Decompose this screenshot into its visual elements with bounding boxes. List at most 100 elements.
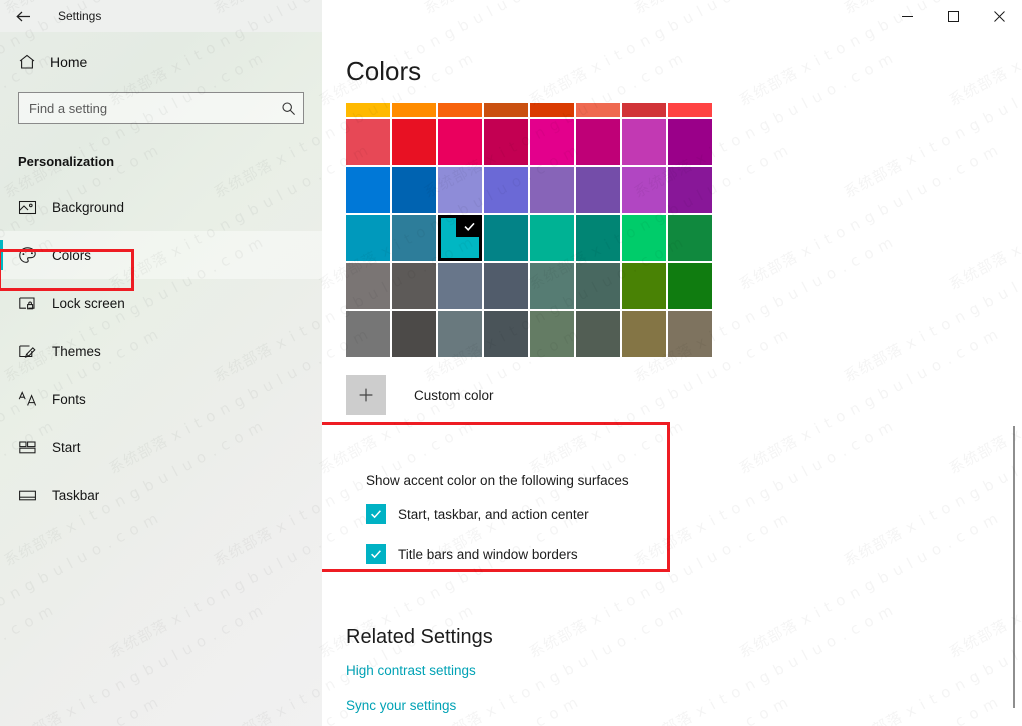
color-swatch[interactable]: [576, 311, 620, 357]
color-swatch[interactable]: [392, 119, 436, 165]
sidebar-home-label: Home: [50, 54, 87, 70]
taskbar-icon: [18, 486, 50, 505]
color-swatch[interactable]: [484, 215, 528, 261]
color-swatch[interactable]: [622, 215, 666, 261]
sidebar-nav-list: Background Colors: [0, 183, 322, 529]
back-arrow-icon[interactable]: [0, 0, 46, 32]
color-swatch[interactable]: [438, 215, 482, 261]
color-swatch[interactable]: [484, 263, 528, 309]
themes-brush-icon: [18, 342, 50, 361]
sidebar-item-start[interactable]: Start: [0, 423, 322, 471]
color-swatch[interactable]: [438, 263, 482, 309]
sidebar-item-taskbar[interactable]: Taskbar: [0, 471, 322, 519]
maximize-button[interactable]: [930, 0, 976, 32]
sidebar-item-colors[interactable]: Colors: [0, 231, 322, 279]
start-tiles-icon: [18, 438, 50, 457]
sidebar-label-colors: Colors: [52, 248, 91, 263]
color-swatch[interactable]: [530, 103, 574, 117]
sidebar-item-home[interactable]: Home: [0, 42, 322, 82]
sidebar-label-taskbar: Taskbar: [52, 488, 99, 503]
color-swatch[interactable]: [346, 119, 390, 165]
color-swatch[interactable]: [346, 311, 390, 357]
color-swatch[interactable]: [438, 311, 482, 357]
image-icon: [18, 198, 50, 217]
sidebar-section-title: Personalization: [0, 154, 322, 169]
window-controls: [884, 0, 1022, 32]
checkbox-row-title-bars[interactable]: Title bars and window borders: [366, 544, 1002, 564]
color-swatch[interactable]: [346, 215, 390, 261]
window-title: Settings: [58, 9, 101, 23]
color-swatch[interactable]: [530, 167, 574, 213]
color-swatch[interactable]: [392, 263, 436, 309]
accent-surfaces-heading: Show accent color on the following surfa…: [366, 473, 1002, 488]
checkbox-row-start-taskbar[interactable]: Start, taskbar, and action center: [366, 504, 1002, 524]
color-swatch[interactable]: [484, 311, 528, 357]
color-swatch[interactable]: [530, 263, 574, 309]
color-swatch[interactable]: [668, 119, 712, 165]
color-swatch[interactable]: [668, 167, 712, 213]
color-swatch[interactable]: [438, 167, 482, 213]
scrollbar-thumb[interactable]: [1013, 426, 1015, 708]
title-bar: Settings: [0, 0, 1022, 32]
color-swatch[interactable]: [576, 263, 620, 309]
color-swatch[interactable]: [668, 263, 712, 309]
color-swatch[interactable]: [576, 215, 620, 261]
search-box[interactable]: [18, 92, 304, 124]
sidebar-label-lock-screen: Lock screen: [52, 296, 125, 311]
checkbox-start-taskbar[interactable]: [366, 504, 386, 524]
sidebar-label-start: Start: [52, 440, 81, 455]
color-swatch[interactable]: [392, 311, 436, 357]
color-swatch[interactable]: [484, 119, 528, 165]
checkbox-label-title-bars: Title bars and window borders: [398, 547, 578, 562]
color-swatch[interactable]: [346, 167, 390, 213]
color-swatch[interactable]: [622, 103, 666, 117]
color-swatch[interactable]: [484, 167, 528, 213]
color-swatch[interactable]: [392, 215, 436, 261]
palette-icon: [18, 246, 50, 265]
color-swatch[interactable]: [530, 119, 574, 165]
custom-color-row[interactable]: Custom color: [346, 375, 1022, 415]
color-swatch[interactable]: [392, 103, 436, 117]
color-swatch[interactable]: [484, 103, 528, 117]
search-input[interactable]: [19, 101, 273, 116]
minimize-button[interactable]: [884, 0, 930, 32]
sidebar-item-fonts[interactable]: Fonts: [0, 375, 322, 423]
color-swatch[interactable]: [576, 103, 620, 117]
color-swatch[interactable]: [668, 215, 712, 261]
color-swatch[interactable]: [392, 167, 436, 213]
color-swatch[interactable]: [622, 119, 666, 165]
color-swatch[interactable]: [668, 103, 712, 117]
related-settings-section: Related Settings High contrast settings …: [346, 626, 1022, 713]
color-swatch[interactable]: [346, 263, 390, 309]
title-bar-drag-area: [322, 0, 884, 32]
sidebar-item-themes[interactable]: Themes: [0, 327, 322, 375]
color-swatch[interactable]: [346, 103, 390, 117]
color-swatch[interactable]: [530, 215, 574, 261]
color-swatch[interactable]: [576, 167, 620, 213]
sidebar-label-background: Background: [52, 200, 124, 215]
color-swatch[interactable]: [668, 311, 712, 357]
color-swatch[interactable]: [576, 119, 620, 165]
sidebar-item-background[interactable]: Background: [0, 183, 322, 231]
lock-screen-icon: [18, 294, 50, 313]
accent-surfaces-block: Show accent color on the following surfa…: [346, 457, 1022, 578]
accent-color-palette[interactable]: [346, 103, 712, 357]
page-title: Colors: [346, 56, 1022, 87]
sidebar-label-fonts: Fonts: [52, 392, 86, 407]
color-swatch[interactable]: [622, 311, 666, 357]
close-button[interactable]: [976, 0, 1022, 32]
checkbox-title-bars[interactable]: [366, 544, 386, 564]
content-scrollbar[interactable]: [1006, 32, 1022, 726]
sidebar-item-lock-screen[interactable]: Lock screen: [0, 279, 322, 327]
color-swatch[interactable]: [438, 103, 482, 117]
link-high-contrast-settings[interactable]: High contrast settings: [346, 663, 1022, 678]
color-swatch[interactable]: [622, 167, 666, 213]
content-pane: Colors Custom color Show accent color on…: [322, 32, 1022, 726]
color-swatch[interactable]: [530, 311, 574, 357]
color-swatch[interactable]: [622, 263, 666, 309]
sidebar-label-themes: Themes: [52, 344, 101, 359]
color-swatch[interactable]: [438, 119, 482, 165]
link-sync-your-settings[interactable]: Sync your settings: [346, 698, 1022, 713]
search-icon[interactable]: [273, 101, 303, 116]
plus-icon[interactable]: [346, 375, 386, 415]
